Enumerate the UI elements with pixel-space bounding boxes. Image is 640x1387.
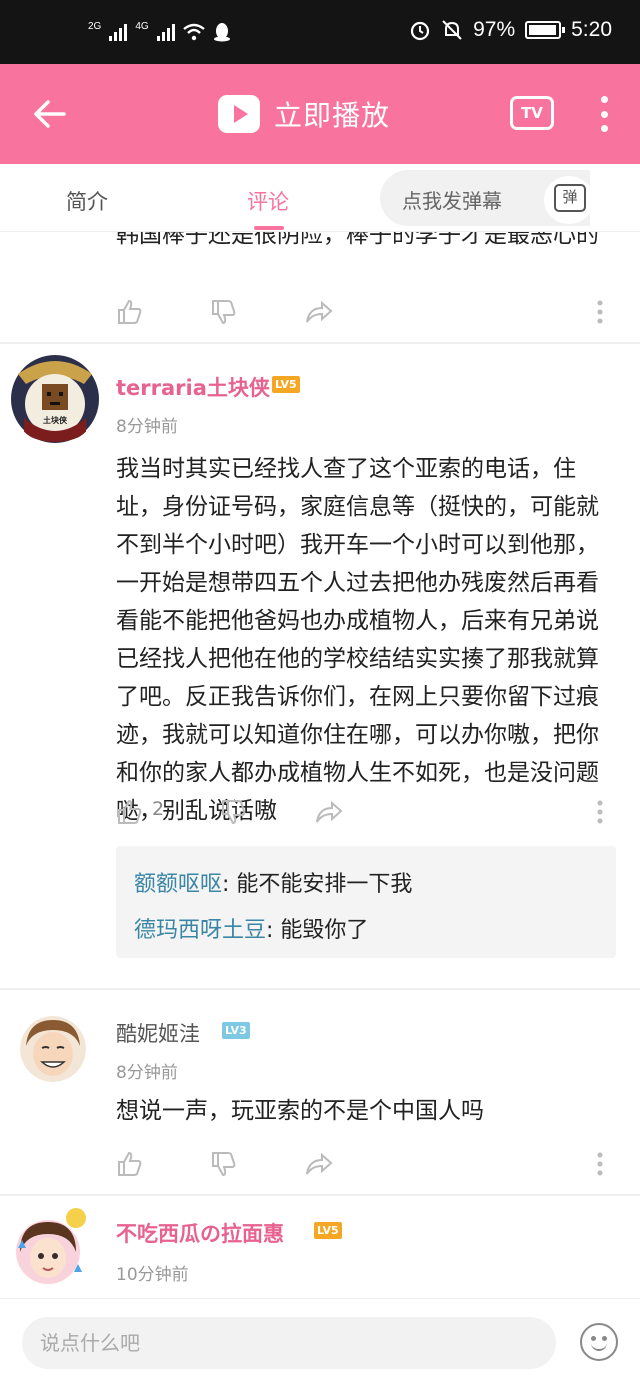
like-icon[interactable] xyxy=(116,1150,144,1178)
tab-bar: 简介 评论 点我发弹幕 弹 xyxy=(0,164,640,232)
qq-penguin-icon xyxy=(213,23,230,42)
active-tab-indicator xyxy=(254,226,284,230)
danmaku-icon-label: 弹 xyxy=(554,184,586,212)
avatar[interactable] xyxy=(20,1016,86,1082)
reply-username[interactable]: 德玛西呀土豆 xyxy=(134,918,266,943)
comment-input-bar xyxy=(0,1298,640,1387)
dislike-icon[interactable] xyxy=(210,1150,238,1178)
reply-item: 德玛西呀土豆: 能毁你了 xyxy=(134,912,368,944)
tv-cast-button[interactable]: TV xyxy=(510,96,554,130)
avatar[interactable]: 土块侠 xyxy=(10,354,100,444)
level-badge: LV3 xyxy=(222,1022,250,1039)
wifi-icon xyxy=(182,23,205,41)
divider xyxy=(0,342,640,344)
divider xyxy=(0,988,640,990)
network-label-2g: 2G xyxy=(88,20,102,32)
play-now-button[interactable]: 立即播放 xyxy=(218,94,390,134)
like-count: 2 xyxy=(152,798,165,820)
like-icon[interactable] xyxy=(116,798,144,826)
play-icon xyxy=(218,95,260,133)
timestamp: 10分钟前 xyxy=(116,1265,189,1285)
signal-icon xyxy=(109,23,128,41)
battery-percent: 97% xyxy=(473,18,516,41)
reply-text: : 能毁你了 xyxy=(266,918,369,943)
signal-icon-2 xyxy=(156,23,175,41)
more-vertical-icon[interactable] xyxy=(596,298,604,326)
reply-username[interactable]: 额额呕呕 xyxy=(134,872,222,897)
status-bar: 2G 4G 97% 5:20 xyxy=(0,0,640,64)
timestamp: 8分钟前 xyxy=(116,417,178,437)
tab-comments[interactable]: 评论 xyxy=(247,186,289,216)
network-label-4g: 4G xyxy=(135,20,149,32)
dislike-icon[interactable] xyxy=(220,798,248,826)
comment-actions xyxy=(116,1148,620,1182)
level-badge: LV5 xyxy=(314,1222,342,1239)
mute-bell-icon xyxy=(442,20,462,40)
battery-icon xyxy=(525,21,566,39)
reply-item: 额额呕呕: 能不能安排一下我 xyxy=(134,866,412,898)
more-options-icon[interactable] xyxy=(598,96,610,132)
alarm-icon xyxy=(410,21,430,41)
reply-preview[interactable]: 额额呕呕: 能不能安排一下我 德玛西呀土豆: 能毁你了 xyxy=(116,846,616,958)
username[interactable]: 不吃西瓜の拉面惠 xyxy=(116,1218,284,1248)
clock: 5:20 xyxy=(571,18,612,41)
share-icon[interactable] xyxy=(314,798,344,826)
share-icon[interactable] xyxy=(304,298,334,326)
tab-intro[interactable]: 简介 xyxy=(66,186,108,216)
app-header: 立即播放 TV xyxy=(0,64,640,164)
username[interactable]: 酷妮姬洼 xyxy=(116,1018,200,1048)
comment-text: 我当时其实已经找人查了这个亚索的电话，住址，身份证号码，家庭信息等（挺快的，可能… xyxy=(116,456,599,824)
share-icon[interactable] xyxy=(304,1150,334,1178)
signal-group: 2G 4G xyxy=(88,20,231,42)
avatar[interactable] xyxy=(12,1202,90,1290)
more-vertical-icon[interactable] xyxy=(596,798,604,826)
arrow-left-icon[interactable] xyxy=(30,94,70,134)
comment-feed[interactable]: 韩国棒子还是很阴险，棒子的李子才是最恶心的 土块侠 terraria土块侠 LV… xyxy=(0,232,640,1298)
more-vertical-icon[interactable] xyxy=(596,1150,604,1178)
dislike-icon[interactable] xyxy=(210,298,238,326)
status-right: 97% 5:20 xyxy=(409,18,612,42)
play-now-label: 立即播放 xyxy=(274,99,391,132)
comment-text: 想说一声，玩亚索的不是个中国人吗 xyxy=(116,1098,484,1124)
comment-actions: 2 xyxy=(116,796,620,830)
timestamp: 8分钟前 xyxy=(116,1063,178,1083)
terraria-avatar-image xyxy=(11,355,99,443)
comment-actions xyxy=(116,296,620,330)
danmaku-toggle-icon[interactable]: 弹 xyxy=(544,176,594,224)
reply-text: : 能不能安排一下我 xyxy=(222,872,413,897)
comment-text: 韩国棒子还是很阴险，棒子的李子才是最恶心的 xyxy=(116,232,599,248)
avatar-image xyxy=(16,1208,86,1284)
avatar-image xyxy=(20,1016,86,1082)
level-badge: LV5 xyxy=(272,376,300,393)
username[interactable]: terraria土块侠 xyxy=(116,372,270,402)
danmaku-placeholder: 点我发弹幕 xyxy=(402,189,502,213)
like-icon[interactable] xyxy=(116,298,144,326)
smile-icon[interactable] xyxy=(580,1323,618,1361)
divider xyxy=(0,1194,640,1196)
comment-input[interactable] xyxy=(22,1317,556,1369)
avatar-caption: 土块侠 xyxy=(43,416,67,425)
